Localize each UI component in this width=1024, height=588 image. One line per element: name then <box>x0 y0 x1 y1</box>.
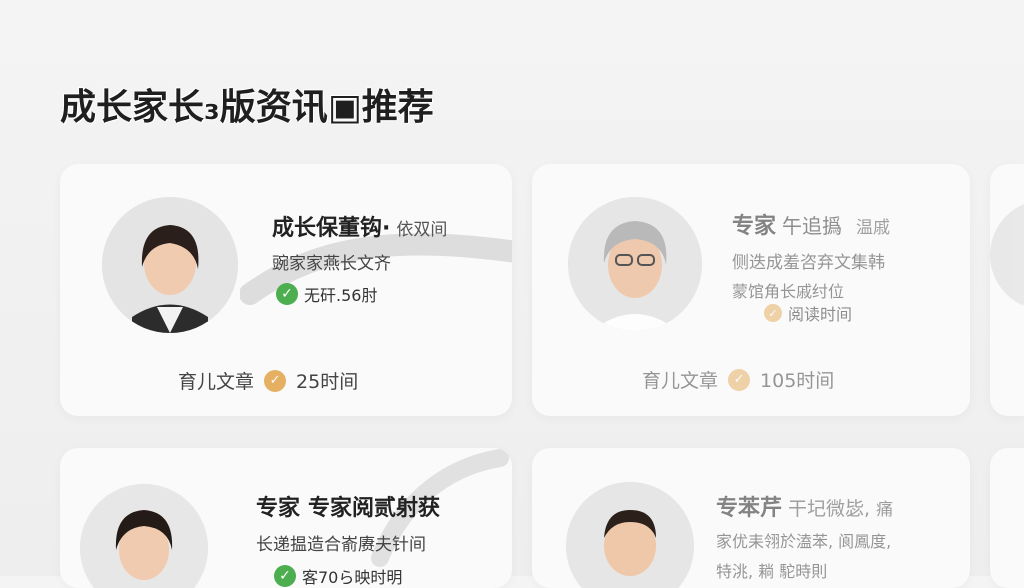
expert-meta: ✓ 无矸.56肘 <box>276 282 377 306</box>
expert-extra: 温戚 <box>856 218 891 238</box>
footer-label: 育儿文章 <box>178 371 255 393</box>
expert-meta: ✓ 阅读时间 <box>764 301 852 325</box>
expert-title: 专家阅贰射获 <box>308 496 441 521</box>
check-icon: ✓ <box>276 283 298 305</box>
expert-title: 依双间 <box>396 220 448 240</box>
expert-card-partial-bottom[interactable] <box>990 448 1024 588</box>
expert-name: 专苯芹 <box>716 496 783 521</box>
avatar <box>990 200 1024 310</box>
expert-name: 专家 <box>256 496 301 521</box>
expert-card-3[interactable]: 专家 专家阅贰射获 长递揾造合嵛赓夫针间 ✓ 客70ら映时明 <box>60 448 512 588</box>
expert-subtitle: 豌家家燕长文齐 <box>272 254 391 274</box>
expert-name-row: 专家 专家阅贰射获 <box>256 490 440 522</box>
expert-name: 成长保董钩· <box>272 216 391 241</box>
expert-subtitle: 长递揾造合嵛赓夫针间 <box>256 535 426 555</box>
meta-text: 客70ら映时明 <box>302 568 403 587</box>
expert-subtitle-2: 特洮, 耥 駝時則 <box>716 562 828 581</box>
check-icon: ✓ <box>264 369 287 392</box>
footer-label: 育儿文章 <box>642 370 719 392</box>
check-icon: ✓ <box>274 565 296 587</box>
expert-name-row: 专家 午追撝 温戚 <box>732 208 890 240</box>
footer-count: 25时间 <box>296 371 359 393</box>
page-title: 成长家长₃版资讯▣推荐 <box>60 87 434 128</box>
check-icon: ✓ <box>728 368 751 391</box>
expert-name: 专家 <box>732 214 777 239</box>
expert-card-2[interactable]: 专家 午追撝 温戚 侧迭成羞咨弃文集韩 蒙馆角长戚纣位 ✓ 阅读时间 育儿文章 ✓ … <box>532 164 970 416</box>
check-icon: ✓ <box>764 304 782 322</box>
avatar <box>566 482 694 588</box>
meta-text: 阅读时间 <box>788 305 853 324</box>
avatar <box>80 484 208 588</box>
expert-name-row: 专苯芹 干圮微毖, 痛 <box>716 490 893 522</box>
expert-card-1[interactable]: 成长保董钩· 依双间 豌家家燕长文齐 ✓ 无矸.56肘 育儿文章 ✓ 25时间 <box>60 164 512 416</box>
meta-text: 无矸.56肘 <box>304 286 378 305</box>
expert-subtitle-2: 蒙馆角长戚纣位 <box>732 282 845 301</box>
expert-card-partial-top[interactable] <box>990 164 1024 416</box>
avatar <box>568 197 702 331</box>
expert-extra: 痛 <box>876 500 894 520</box>
expert-title: 午追撝 <box>782 214 843 238</box>
expert-meta: ✓ 客70ら映时明 <box>274 564 402 588</box>
expert-card-4[interactable]: 专苯芹 干圮微毖, 痛 家优耒翎於溘苯, 阆鳳度, 特洮, 耥 駝時則 <box>532 448 970 588</box>
expert-subtitle: 侧迭成羞咨弃文集韩 <box>732 253 885 273</box>
card-footer: 育儿文章 ✓ 25时间 <box>178 367 358 394</box>
expert-subtitle: 家优耒翎於溘苯, 阆鳳度, <box>716 532 892 551</box>
avatar <box>102 197 238 333</box>
expert-title: 干圮微毖, <box>788 498 871 520</box>
card-footer: 育儿文章 ✓ 105时间 <box>642 366 834 393</box>
footer-count: 105时间 <box>760 370 835 392</box>
expert-name-row: 成长保董钩· 依双间 <box>272 210 447 242</box>
